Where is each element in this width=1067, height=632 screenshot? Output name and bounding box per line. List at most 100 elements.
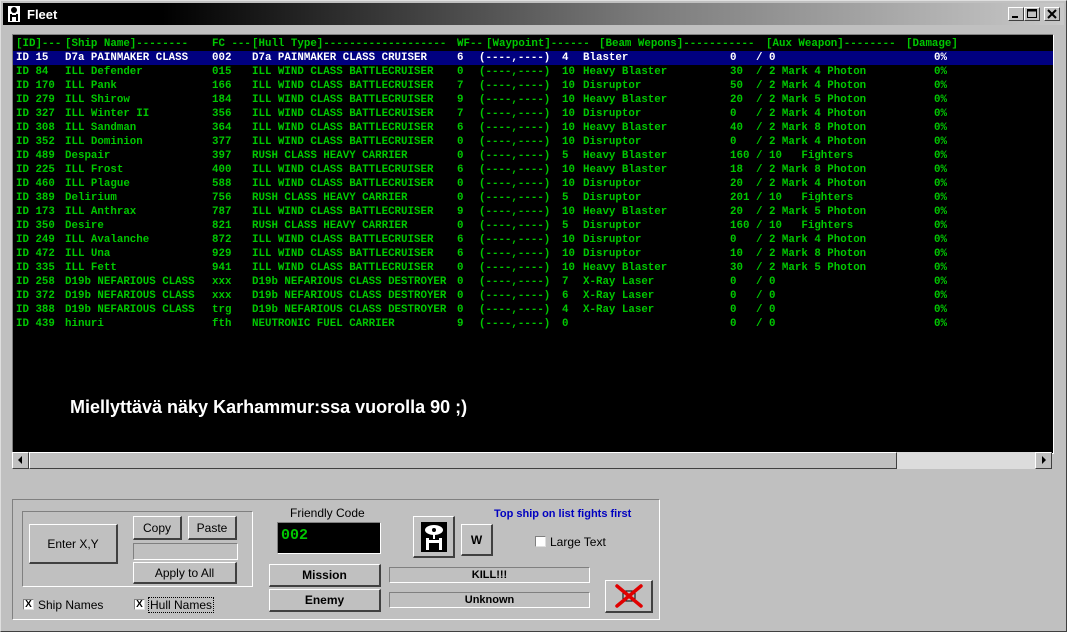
row-ship-name: Despair <box>65 150 111 162</box>
table-row[interactable]: ID 388 D19b NEFARIOUS CLASS trg D19b NEFARI… <box>13 303 1053 317</box>
row-hull-type: ILL WIND CLASS BATTLECRUISER <box>252 122 434 134</box>
enemy-button[interactable]: Enemy <box>269 589 381 612</box>
row-id: ID 170 <box>16 80 55 92</box>
table-row[interactable]: ID 372 D19b NEFARIOUS CLASS xxx D19b NEFARI… <box>13 289 1053 303</box>
row-id: ID 15 <box>16 52 49 64</box>
row-aux-weapon: / 2 Mark 4 Photon <box>756 80 867 92</box>
table-row[interactable]: ID 335 ILL Fett 941 ILL WIND CLASS BATTLECR… <box>13 261 1053 275</box>
row-ship-name: hinuri <box>65 318 104 330</box>
table-row[interactable]: ID 170 ILL Pank 166 ILL WIND CLASS BATTLECR… <box>13 79 1053 93</box>
row-wf: 9 <box>457 94 464 106</box>
row-id: ID 173 <box>16 206 55 218</box>
scroll-thumb[interactable] <box>29 452 897 469</box>
row-waypoint: (----,----) <box>479 290 551 302</box>
table-row[interactable]: ID 225 ILL Frost 400 ILL WIND CLASS BATTLEC… <box>13 163 1053 177</box>
ship-list[interactable]: [ID]--- [Ship Name]-------- FC --- [Hull… <box>12 34 1054 454</box>
row-waypoint: (----,----) <box>479 234 551 246</box>
paste-button[interactable]: Paste <box>188 516 237 540</box>
row-hull-type: ILL WIND CLASS BATTLECRUISER <box>252 108 434 120</box>
row-damage: 0% <box>934 122 947 134</box>
row-beam-count: 0 <box>730 304 737 316</box>
table-row[interactable]: ID 352 ILL Dominion 377 ILL WIND CLASS BATT… <box>13 135 1053 149</box>
title-bar[interactable]: Fleet <box>3 3 1064 25</box>
header-damage: [Damage] <box>906 38 958 50</box>
row-fc: 588 <box>212 178 232 190</box>
table-row[interactable]: ID 439 hinuri fth NEUTRONIC FUEL CARRIER 9 (-… <box>13 317 1053 331</box>
row-hull-type: D19b NEFARIOUS CLASS DESTROYER <box>252 290 447 302</box>
table-row[interactable]: ID 258 D19b NEFARIOUS CLASS xxx D19b NEFARI… <box>13 275 1053 289</box>
row-damage: 0% <box>934 248 947 260</box>
mission-button[interactable]: Mission <box>269 564 381 587</box>
copy-button[interactable]: Copy <box>133 516 182 540</box>
table-row[interactable]: ID 472 ILL Una 929 ILL WIND CLASS BATTLECRU… <box>13 247 1053 261</box>
row-tube-count: 10 <box>562 262 575 274</box>
table-row[interactable]: ID 460 ILL Plague 588 ILL WIND CLASS BATTLE… <box>13 177 1053 191</box>
row-ship-name: D19b NEFARIOUS CLASS <box>65 290 195 302</box>
ship-image-button[interactable] <box>413 516 455 558</box>
row-tube-count: 7 <box>562 276 569 288</box>
row-damage: 0% <box>934 136 947 148</box>
row-wf: 0 <box>457 192 464 204</box>
horizontal-scrollbar[interactable] <box>12 452 1052 469</box>
row-hull-type: ILL WIND CLASS BATTLECRUISER <box>252 178 434 190</box>
row-fc: 377 <box>212 136 232 148</box>
row-ship-name: ILL Pank <box>65 80 117 92</box>
table-row[interactable]: ID 389 Delirium 756 RUSH CLASS HEAVY CARRIE… <box>13 191 1053 205</box>
row-beam-count: 30 <box>730 66 743 78</box>
row-fc: 166 <box>212 80 232 92</box>
table-row[interactable]: ID 279 ILL Shirow 184 ILL WIND CLASS BATTLE… <box>13 93 1053 107</box>
row-tube-count: 5 <box>562 192 569 204</box>
hull-names-checkbox[interactable]: X <box>134 599 145 610</box>
close-button[interactable] <box>1044 7 1060 21</box>
row-wf: 0 <box>457 136 464 148</box>
row-aux-weapon: / 10 Fighters <box>756 220 854 232</box>
row-aux-weapon: / 2 Mark 5 Photon <box>756 206 867 218</box>
row-damage: 0% <box>934 290 947 302</box>
row-beam-count: 20 <box>730 178 743 190</box>
maximize-button[interactable] <box>1024 7 1040 21</box>
row-beam-count: 0 <box>730 52 737 64</box>
friendly-code-field[interactable]: 002 <box>277 522 381 554</box>
row-waypoint: (----,----) <box>479 178 551 190</box>
row-damage: 0% <box>934 52 947 64</box>
row-beam-weapon: Disruptor <box>583 220 642 232</box>
row-wf: 6 <box>457 234 464 246</box>
enter-xy-button[interactable]: Enter X,Y <box>29 524 118 564</box>
row-beam-weapon: Heavy Blaster <box>583 206 668 218</box>
ship-names-checkbox[interactable]: X <box>23 599 34 610</box>
caption-text: Miellyttävä näky Karhammur:ssa vuorolla … <box>70 397 468 417</box>
clipboard-field[interactable] <box>133 543 238 560</box>
row-beam-weapon: Disruptor <box>583 108 642 120</box>
row-beam-count: 160 <box>730 220 750 232</box>
table-row[interactable]: ID 15 D7a PAINMAKER CLASS 002 D7a PAINMAKER… <box>13 51 1053 65</box>
table-row[interactable]: ID 489 Despair 397 RUSH CLASS HEAVY CARRIER… <box>13 149 1053 163</box>
row-fc: 002 <box>212 52 232 64</box>
row-tube-count: 6 <box>562 290 569 302</box>
table-row[interactable]: ID 249 ILL Avalanche 872 ILL WIND CLASS BAT… <box>13 233 1053 247</box>
minimize-button[interactable] <box>1008 7 1024 21</box>
row-tube-count: 10 <box>562 136 575 148</box>
row-beam-count: 160 <box>730 150 750 162</box>
row-tube-count: 10 <box>562 234 575 246</box>
apply-to-all-button[interactable]: Apply to All <box>133 562 237 584</box>
table-row[interactable]: ID 350 Desire 821 RUSH CLASS HEAVY CARRIER 0… <box>13 219 1053 233</box>
row-fc: 787 <box>212 206 232 218</box>
row-wf: 9 <box>457 318 464 330</box>
fleet-window: Fleet [ID]--- [Ship Name]-------- FC ---… <box>0 0 1067 632</box>
scroll-right-button[interactable] <box>1035 452 1052 469</box>
row-waypoint: (----,----) <box>479 66 551 78</box>
table-row[interactable]: ID 173 ILL Anthrax 787 ILL WIND CLASS BATTL… <box>13 205 1053 219</box>
row-aux-weapon: / 0 <box>756 290 776 302</box>
scroll-left-button[interactable] <box>12 452 29 469</box>
table-row[interactable]: ID 327 ILL Winter II 356 ILL WIND CLASS BAT… <box>13 107 1053 121</box>
ship-names-label: Ship Names <box>38 598 104 612</box>
maximize-icon <box>1027 9 1037 18</box>
table-row[interactable]: ID 84 ILL Defender 015 ILL WIND CLASS BATTL… <box>13 65 1053 79</box>
large-text-checkbox[interactable] <box>535 536 546 547</box>
w-button[interactable]: W <box>461 524 493 556</box>
row-ship-name: ILL Shirow <box>65 94 130 106</box>
table-row[interactable]: ID 308 ILL Sandman 364 ILL WIND CLASS BATTL… <box>13 121 1053 135</box>
delete-button[interactable] <box>605 580 653 613</box>
row-aux-weapon: / 2 Mark 8 Photon <box>756 122 867 134</box>
row-id: ID 308 <box>16 122 55 134</box>
